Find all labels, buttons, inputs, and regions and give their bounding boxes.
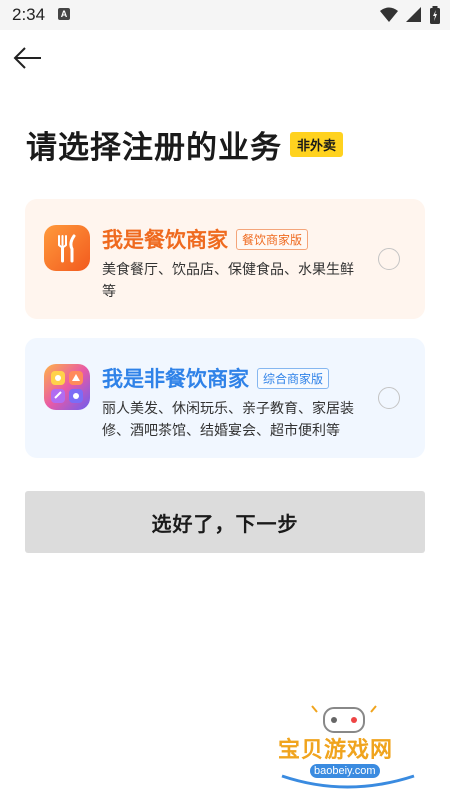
back-arrow-icon	[13, 47, 41, 69]
notification-icon: A	[58, 8, 70, 20]
status-time: 2:34	[12, 5, 46, 24]
back-button[interactable]	[12, 44, 44, 72]
radio-nonfood[interactable]	[378, 387, 400, 409]
watermark-url: baobeiy.com	[310, 764, 380, 778]
card-badge: 餐饮商家版	[236, 228, 309, 250]
card-title-row: 我是餐饮商家 餐饮商家版	[102, 224, 309, 254]
radio-food[interactable]	[378, 248, 400, 270]
wifi-icon	[380, 7, 398, 22]
next-step-button[interactable]: 选好了，下一步	[25, 491, 425, 553]
page-title: 请选择注册的业务	[26, 130, 282, 166]
status-icons	[380, 6, 440, 24]
next-step-label: 选好了，下一步	[151, 511, 299, 536]
card-description: 美食餐厅、饮品店、保健食品、水果生鲜等	[102, 262, 354, 300]
watermark: 宝贝游戏网 baobeiy.com	[272, 700, 422, 790]
status-bar: 2:34 A	[0, 0, 450, 30]
business-card-nonfood[interactable]: 我是非餐饮商家 综合商家版 丽人美发、休闲玩乐、亲子教育、家居装修、酒吧茶馆、结…	[25, 338, 425, 458]
title-tag: 非外卖	[290, 132, 344, 157]
card-title: 我是餐饮商家	[102, 228, 228, 252]
watermark-name: 宝贝游戏网	[278, 738, 394, 763]
signal-icon	[406, 7, 421, 22]
card-title: 我是非餐饮商家	[102, 367, 249, 391]
battery-icon	[430, 6, 440, 24]
card-title-row: 我是非餐饮商家 综合商家版	[102, 363, 330, 393]
multi-category-icon	[44, 364, 90, 410]
page-title-row: 请选择注册的业务 非外卖	[26, 122, 344, 167]
card-badge: 综合商家版	[257, 367, 330, 389]
business-card-food[interactable]: 我是餐饮商家 餐饮商家版 美食餐厅、饮品店、保健食品、水果生鲜等	[25, 199, 425, 319]
card-description: 丽人美发、休闲玩乐、亲子教育、家居装修、酒吧茶馆、结婚宴会、超市便利等	[102, 401, 354, 439]
utensils-icon	[44, 225, 90, 271]
